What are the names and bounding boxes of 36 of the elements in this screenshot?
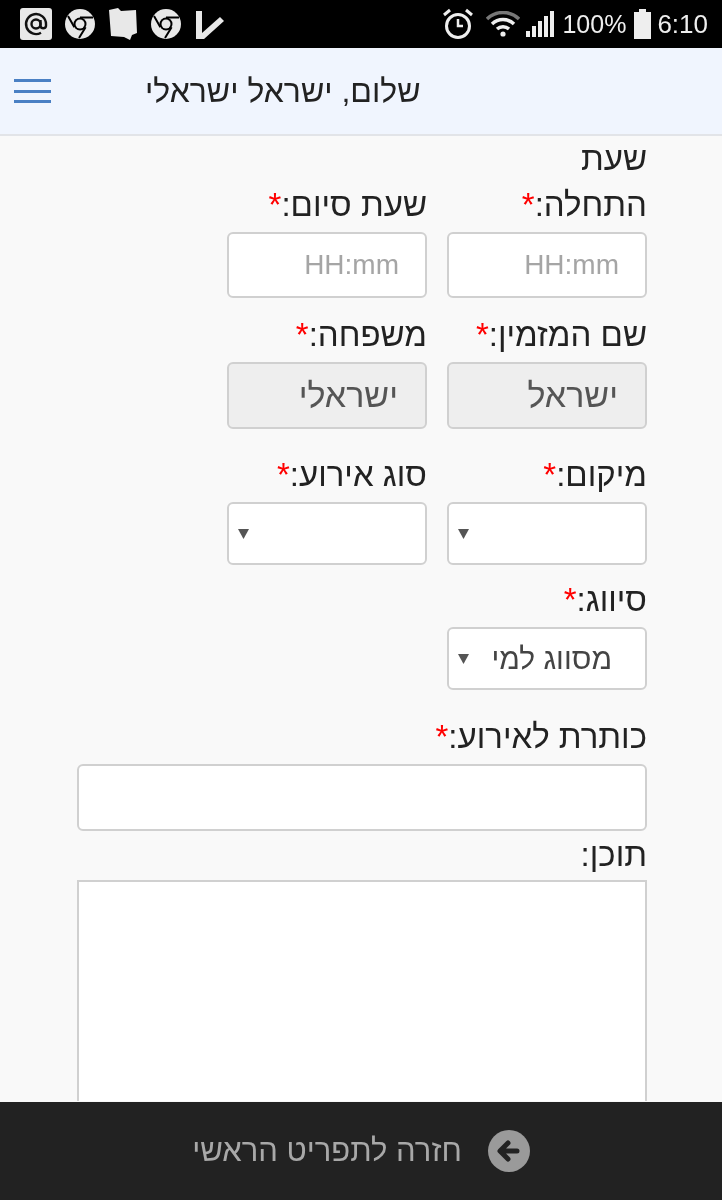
dropdown-caret-icon bbox=[458, 528, 469, 539]
dropdown-caret-icon bbox=[458, 653, 469, 664]
back-to-main-menu-button[interactable]: חזרה לתפריט הראשי bbox=[192, 1127, 530, 1175]
input-field[interactable]: ישראל bbox=[447, 362, 647, 429]
field-label: משפחה:* bbox=[294, 315, 427, 355]
field-label: סוג אירוע:* bbox=[275, 455, 427, 495]
round-logo-icon bbox=[150, 8, 182, 40]
dropdown-caret-icon bbox=[238, 528, 249, 539]
field-label: תוכן: bbox=[579, 835, 647, 875]
folded-sheet-icon bbox=[108, 7, 138, 41]
field-label: שעת סיום:* bbox=[267, 185, 427, 225]
greeting-title: שלום, ישראל ישראלי bbox=[145, 72, 421, 111]
menu-icon[interactable] bbox=[14, 79, 51, 103]
input-field[interactable] bbox=[77, 764, 647, 831]
battery-icon bbox=[634, 9, 652, 39]
time-input-field[interactable]: HH:mm bbox=[227, 232, 427, 298]
arrow-left-circle-icon bbox=[487, 1130, 530, 1172]
field-label: סיווג:* bbox=[562, 580, 647, 620]
clock-time: 6:10 bbox=[657, 11, 708, 37]
checkmark-icon bbox=[194, 9, 224, 39]
field-label: שם המזמין:* bbox=[474, 315, 647, 355]
at-sign-icon bbox=[20, 8, 52, 40]
dropdown-field[interactable]: מסווג למי bbox=[447, 627, 647, 690]
wifi-icon bbox=[486, 11, 521, 37]
alarm-clock-icon bbox=[442, 8, 475, 40]
input-field[interactable]: ישראלי bbox=[227, 362, 427, 429]
dropdown-field[interactable] bbox=[227, 502, 427, 565]
field-label: שעת התחלה:* bbox=[520, 139, 647, 225]
field-label: מיקום:* bbox=[542, 455, 647, 495]
field-label: כותרת לאירוע:* bbox=[434, 717, 647, 757]
dropdown-field[interactable] bbox=[447, 502, 647, 565]
time-input-field[interactable]: HH:mm bbox=[447, 232, 647, 298]
battery-percentage: 100% bbox=[562, 11, 627, 37]
text-area[interactable] bbox=[77, 880, 647, 1101]
signal-icon bbox=[526, 11, 555, 37]
round-logo-icon bbox=[64, 8, 96, 40]
